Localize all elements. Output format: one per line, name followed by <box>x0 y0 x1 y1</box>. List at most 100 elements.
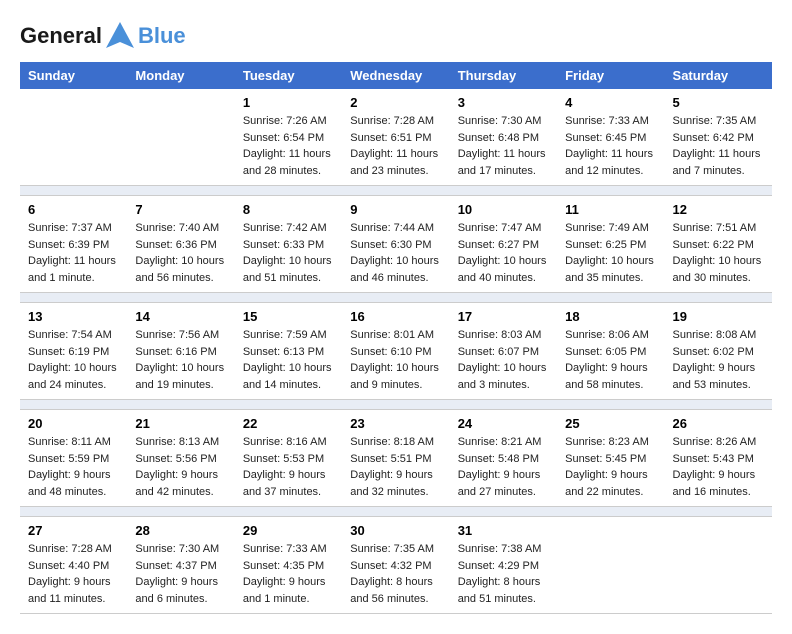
day-detail: Sunrise: 7:35 AMSunset: 4:32 PMDaylight:… <box>350 541 441 607</box>
day-cell: 17 Sunrise: 8:03 AMSunset: 6:07 PMDayligh… <box>450 303 557 400</box>
day-cell: 25Sunrise: 8:23 AMSunset: 5:45 PMDayligh… <box>557 410 664 507</box>
day-cell: 5 Sunrise: 7:35 AMSunset: 6:42 PMDaylight… <box>665 89 772 186</box>
day-cell: 28Sunrise: 7:30 AMSunset: 4:37 PMDayligh… <box>127 517 234 614</box>
day-number: 4 <box>565 95 656 110</box>
day-detail: Sunrise: 7:56 AMSunset: 6:16 PMDaylight:… <box>135 327 226 393</box>
column-header-thursday: Thursday <box>450 62 557 89</box>
day-number: 29 <box>243 523 334 538</box>
day-cell: 4 Sunrise: 7:33 AMSunset: 6:45 PMDaylight… <box>557 89 664 186</box>
day-detail: Sunrise: 7:47 AMSunset: 6:27 PMDaylight:… <box>458 220 549 286</box>
day-cell: 3 Sunrise: 7:30 AMSunset: 6:48 PMDaylight… <box>450 89 557 186</box>
column-header-friday: Friday <box>557 62 664 89</box>
day-number: 2 <box>350 95 441 110</box>
week-row-5: 27 Sunrise: 7:28 AMSunset: 4:40 PMDayligh… <box>20 517 772 614</box>
day-cell <box>127 89 234 186</box>
day-detail: Sunrise: 7:59 AMSunset: 6:13 PMDaylight:… <box>243 327 334 393</box>
week-row-3: 13 Sunrise: 7:54 AMSunset: 6:19 PMDayligh… <box>20 303 772 400</box>
day-detail: Sunrise: 8:11 AMSunset: 5:59 PMDaylight:… <box>28 434 119 500</box>
day-cell <box>665 517 772 614</box>
day-number: 20 <box>28 416 119 431</box>
day-cell: 26 Sunrise: 8:26 AMSunset: 5:43 PMDayligh… <box>665 410 772 507</box>
day-detail: Sunrise: 7:42 AMSunset: 6:33 PMDaylight:… <box>243 220 334 286</box>
day-number: 28 <box>135 523 226 538</box>
week-row-4: 20 Sunrise: 8:11 AMSunset: 5:59 PMDayligh… <box>20 410 772 507</box>
day-cell: 23 Sunrise: 8:18 AMSunset: 5:51 PMDayligh… <box>342 410 449 507</box>
day-detail: Sunrise: 8:08 AMSunset: 6:02 PMDaylight:… <box>673 327 764 393</box>
day-detail: Sunrise: 7:54 AMSunset: 6:19 PMDaylight:… <box>28 327 119 393</box>
day-number: 10 <box>458 202 549 217</box>
day-detail: Sunrise: 8:03 AMSunset: 6:07 PMDaylight:… <box>458 327 549 393</box>
day-cell: 13 Sunrise: 7:54 AMSunset: 6:19 PMDayligh… <box>20 303 127 400</box>
day-number: 25 <box>565 416 656 431</box>
day-number: 17 <box>458 309 549 324</box>
day-cell: 1Sunrise: 7:26 AMSunset: 6:54 PMDaylight… <box>235 89 342 186</box>
day-detail: Sunrise: 7:33 AMSunset: 4:35 PMDaylight:… <box>243 541 334 607</box>
day-detail: Sunrise: 8:18 AMSunset: 5:51 PMDaylight:… <box>350 434 441 500</box>
day-detail: Sunrise: 8:26 AMSunset: 5:43 PMDaylight:… <box>673 434 764 500</box>
day-detail: Sunrise: 7:37 AMSunset: 6:39 PMDaylight:… <box>28 220 119 286</box>
day-number: 23 <box>350 416 441 431</box>
header-row: SundayMondayTuesdayWednesdayThursdayFrid… <box>20 62 772 89</box>
logo: General Blue <box>20 20 186 52</box>
day-number: 21 <box>135 416 226 431</box>
day-number: 27 <box>28 523 119 538</box>
day-cell: 7 Sunrise: 7:40 AMSunset: 6:36 PMDaylight… <box>127 196 234 293</box>
day-cell: 29 Sunrise: 7:33 AMSunset: 4:35 PMDayligh… <box>235 517 342 614</box>
day-detail: Sunrise: 7:38 AMSunset: 4:29 PMDaylight:… <box>458 541 549 607</box>
day-detail: Sunrise: 7:40 AMSunset: 6:36 PMDaylight:… <box>135 220 226 286</box>
day-number: 14 <box>135 309 226 324</box>
day-number: 16 <box>350 309 441 324</box>
day-detail: Sunrise: 7:28 AMSunset: 4:40 PMDaylight:… <box>28 541 119 607</box>
day-detail: Sunrise: 8:16 AMSunset: 5:53 PMDaylight:… <box>243 434 334 500</box>
spacer-row <box>20 507 772 517</box>
column-header-sunday: Sunday <box>20 62 127 89</box>
day-cell: 30 Sunrise: 7:35 AMSunset: 4:32 PMDayligh… <box>342 517 449 614</box>
day-cell: 15 Sunrise: 7:59 AMSunset: 6:13 PMDayligh… <box>235 303 342 400</box>
day-cell: 20 Sunrise: 8:11 AMSunset: 5:59 PMDayligh… <box>20 410 127 507</box>
day-number: 30 <box>350 523 441 538</box>
day-cell: 19 Sunrise: 8:08 AMSunset: 6:02 PMDayligh… <box>665 303 772 400</box>
day-detail: Sunrise: 7:35 AMSunset: 6:42 PMDaylight:… <box>673 113 764 179</box>
day-detail: Sunrise: 7:49 AMSunset: 6:25 PMDaylight:… <box>565 220 656 286</box>
day-detail: Sunrise: 8:21 AMSunset: 5:48 PMDaylight:… <box>458 434 549 500</box>
day-number: 3 <box>458 95 549 110</box>
day-number: 15 <box>243 309 334 324</box>
day-cell: 12 Sunrise: 7:51 AMSunset: 6:22 PMDayligh… <box>665 196 772 293</box>
day-cell: 8Sunrise: 7:42 AMSunset: 6:33 PMDaylight… <box>235 196 342 293</box>
day-number: 13 <box>28 309 119 324</box>
day-detail: Sunrise: 7:30 AMSunset: 6:48 PMDaylight:… <box>458 113 549 179</box>
spacer-row <box>20 293 772 303</box>
day-cell: 6Sunrise: 7:37 AMSunset: 6:39 PMDaylight… <box>20 196 127 293</box>
day-detail: Sunrise: 7:28 AMSunset: 6:51 PMDaylight:… <box>350 113 441 179</box>
day-cell: 11 Sunrise: 7:49 AMSunset: 6:25 PMDayligh… <box>557 196 664 293</box>
day-detail: Sunrise: 8:06 AMSunset: 6:05 PMDaylight:… <box>565 327 656 393</box>
day-cell: 10 Sunrise: 7:47 AMSunset: 6:27 PMDayligh… <box>450 196 557 293</box>
spacer-row <box>20 400 772 410</box>
day-number: 5 <box>673 95 764 110</box>
day-detail: Sunrise: 7:33 AMSunset: 6:45 PMDaylight:… <box>565 113 656 179</box>
day-cell <box>557 517 664 614</box>
day-cell: 18Sunrise: 8:06 AMSunset: 6:05 PMDayligh… <box>557 303 664 400</box>
day-cell: 22Sunrise: 8:16 AMSunset: 5:53 PMDayligh… <box>235 410 342 507</box>
day-cell: 16Sunrise: 8:01 AMSunset: 6:10 PMDayligh… <box>342 303 449 400</box>
day-number: 11 <box>565 202 656 217</box>
day-number: 12 <box>673 202 764 217</box>
day-detail: Sunrise: 8:13 AMSunset: 5:56 PMDaylight:… <box>135 434 226 500</box>
day-cell: 9 Sunrise: 7:44 AMSunset: 6:30 PMDaylight… <box>342 196 449 293</box>
day-detail: Sunrise: 7:44 AMSunset: 6:30 PMDaylight:… <box>350 220 441 286</box>
day-cell: 24Sunrise: 8:21 AMSunset: 5:48 PMDayligh… <box>450 410 557 507</box>
day-cell: 27 Sunrise: 7:28 AMSunset: 4:40 PMDayligh… <box>20 517 127 614</box>
day-detail: Sunrise: 7:51 AMSunset: 6:22 PMDaylight:… <box>673 220 764 286</box>
day-number: 9 <box>350 202 441 217</box>
day-number: 1 <box>243 95 334 110</box>
day-cell: 31Sunrise: 7:38 AMSunset: 4:29 PMDayligh… <box>450 517 557 614</box>
day-number: 26 <box>673 416 764 431</box>
column-header-saturday: Saturday <box>665 62 772 89</box>
day-cell <box>20 89 127 186</box>
week-row-2: 6Sunrise: 7:37 AMSunset: 6:39 PMDaylight… <box>20 196 772 293</box>
day-number: 7 <box>135 202 226 217</box>
column-header-wednesday: Wednesday <box>342 62 449 89</box>
logo-icon <box>104 20 136 52</box>
column-header-tuesday: Tuesday <box>235 62 342 89</box>
day-number: 19 <box>673 309 764 324</box>
